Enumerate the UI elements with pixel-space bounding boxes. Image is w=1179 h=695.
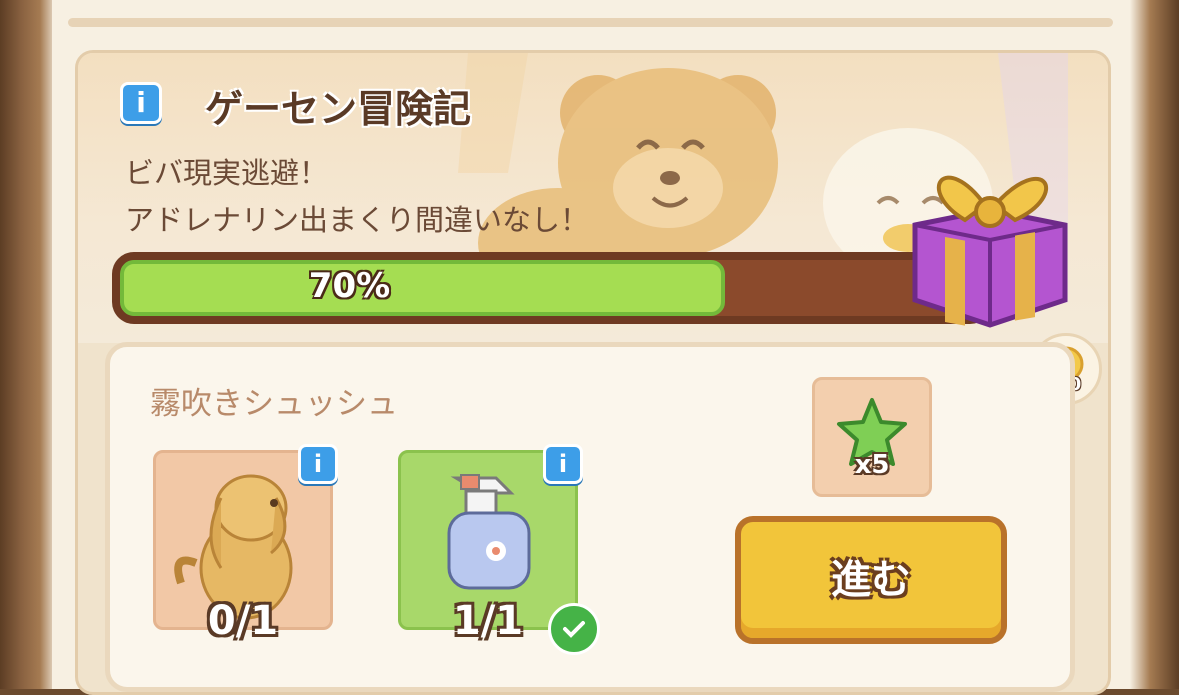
go-button-label: 進む xyxy=(831,557,911,603)
quest-description-line2: アドレナリン出まくり間違いなし！ xyxy=(125,203,590,237)
quest-title: ゲーセン冒険記 xyxy=(205,87,472,131)
dog-info-icon[interactable]: i xyxy=(298,444,338,484)
gift-box-icon[interactable] xyxy=(905,150,1075,330)
task-title: 霧吹きシュッシュ xyxy=(150,386,398,422)
dog-count: 0/1 xyxy=(207,598,279,644)
quest-description-line1: ビバ現実逃避！ xyxy=(125,156,329,190)
task-reward-count: x5 xyxy=(854,450,890,480)
check-icon xyxy=(548,603,600,655)
info-icon[interactable]: i xyxy=(120,82,162,124)
divider xyxy=(68,18,1113,27)
spray-info-icon[interactable]: i xyxy=(543,444,583,484)
go-button[interactable]: 進む xyxy=(735,516,1007,644)
progress-label: 70% xyxy=(308,266,391,306)
